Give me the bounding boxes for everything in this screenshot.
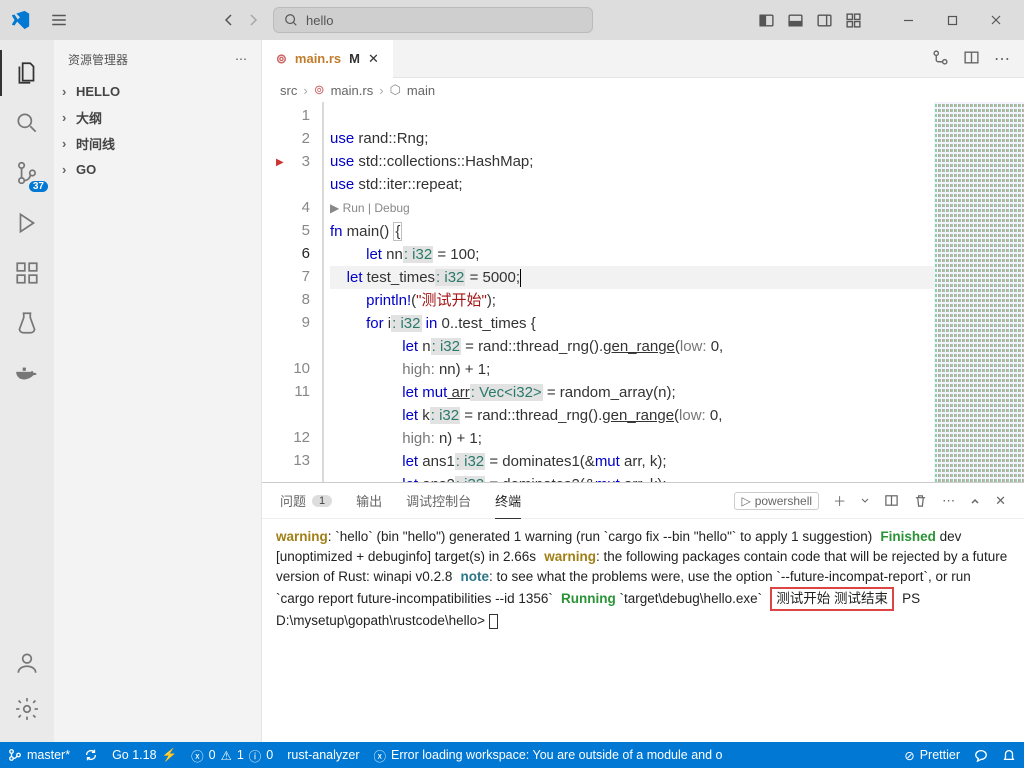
status-diagnostics[interactable]: ⓧ0⚠1ⓘ0 (191, 746, 273, 765)
tree-section-timeline[interactable]: ›时间线 (54, 130, 261, 156)
tree-section-outline[interactable]: ›大纲 (54, 104, 261, 130)
activity-extensions[interactable] (0, 250, 54, 296)
nav-back-icon[interactable] (221, 12, 237, 28)
line-number-gutter: 123 456 789 1011 1213 (262, 102, 322, 482)
status-feedback-icon[interactable] (974, 748, 988, 763)
panel-tab-terminal[interactable]: 终端 (495, 483, 521, 519)
split-editor-icon[interactable] (963, 49, 980, 69)
title-bar: hello (0, 0, 1024, 40)
activity-scm[interactable]: 37 (0, 150, 54, 196)
layout-primary-sidebar-icon[interactable] (758, 12, 775, 29)
breadcrumb-fn[interactable]: main (407, 83, 435, 98)
editor-column: ⊚ main.rs M ✕ ⋯ src› ⊚ main.rs› ⬡ main 1… (262, 40, 1024, 742)
breadcrumb[interactable]: src› ⊚ main.rs› ⬡ main (262, 78, 1024, 102)
explorer-sidebar: 资源管理器 ⋯ ›HELLO ›大纲 ›时间线 ›GO (54, 40, 262, 742)
activity-bar: 37 (0, 40, 54, 742)
status-notifications-icon[interactable] (1002, 748, 1016, 763)
terminal-dropdown-icon[interactable] (860, 496, 870, 506)
codelens-run-debug[interactable]: ▶ Run | Debug (330, 201, 410, 215)
scm-badge: 37 (29, 181, 48, 192)
problems-count: 1 (312, 495, 332, 507)
rust-file-icon: ⊚ (276, 51, 287, 67)
sidebar-title: 资源管理器 ⋯ (54, 40, 261, 78)
panel-tab-problems[interactable]: 问题1 (280, 491, 332, 510)
code-editor[interactable]: 123 456 789 1011 1213 ▶use rand::Rng; us… (262, 102, 1024, 482)
scm-compare-icon[interactable] (932, 49, 949, 69)
minimize-button[interactable] (886, 0, 930, 40)
breadcrumb-file[interactable]: main.rs (331, 83, 374, 98)
app-menu-icon[interactable] (50, 11, 68, 29)
tree-section-hello[interactable]: ›HELLO (54, 78, 261, 104)
panel-more-icon[interactable]: ⋯ (942, 493, 955, 509)
panel-tabs: 问题1 输出 调试控制台 终端 ▷powershell ＋ ⋯ ✕ (262, 483, 1024, 519)
close-button[interactable] (974, 0, 1018, 40)
terminal-shell-selector[interactable]: ▷powershell (734, 492, 819, 510)
layout-customize-icon[interactable] (845, 12, 862, 29)
split-terminal-icon[interactable] (884, 493, 899, 508)
panel-tab-output[interactable]: 输出 (356, 491, 382, 510)
terminal-output[interactable]: warning: `hello` (bin "hello") generated… (262, 519, 1024, 742)
vscode-logo-icon (6, 6, 34, 34)
status-prettier[interactable]: ⊘Prettier (904, 748, 960, 763)
nav-forward-icon[interactable] (245, 12, 261, 28)
close-panel-icon[interactable]: ✕ (995, 493, 1006, 509)
breadcrumb-src[interactable]: src (280, 83, 297, 98)
activity-testing[interactable] (0, 300, 54, 346)
editor-tabbar: ⊚ main.rs M ✕ ⋯ (262, 40, 1024, 78)
activity-search[interactable] (0, 100, 54, 146)
layout-panel-icon[interactable] (787, 12, 804, 29)
minimap[interactable] (934, 102, 1024, 482)
status-branch[interactable]: master* (8, 748, 70, 762)
tree-section-go[interactable]: ›GO (54, 156, 261, 182)
rust-file-icon: ⊚ (314, 82, 325, 98)
code-area[interactable]: ▶use rand::Rng; use std::collections::Ha… (330, 102, 934, 482)
more-actions-icon[interactable]: ⋯ (994, 49, 1010, 69)
kill-terminal-icon[interactable] (913, 493, 928, 508)
status-go-version[interactable]: Go 1.18⚡ (112, 748, 177, 763)
new-terminal-icon[interactable]: ＋ (833, 491, 846, 510)
layout-secondary-sidebar-icon[interactable] (816, 12, 833, 29)
status-error-message[interactable]: ⓧError loading workspace: You are outsid… (374, 746, 891, 765)
maximize-button[interactable] (930, 0, 974, 40)
breakpoint-icon[interactable]: ▶ (276, 151, 284, 174)
activity-run[interactable] (0, 200, 54, 246)
tab-filename: main.rs (295, 51, 341, 66)
bottom-panel: 问题1 输出 调试控制台 终端 ▷powershell ＋ ⋯ ✕ warnin… (262, 482, 1024, 742)
sidebar-title-text: 资源管理器 (68, 51, 128, 68)
status-bar: master* Go 1.18⚡ ⓧ0⚠1ⓘ0 rust-analyzer ⓧE… (0, 742, 1024, 768)
panel-tab-debug[interactable]: 调试控制台 (406, 491, 471, 510)
activity-docker[interactable] (0, 350, 54, 396)
tab-close-icon[interactable]: ✕ (368, 51, 379, 67)
activity-account[interactable] (0, 640, 54, 686)
maximize-panel-icon[interactable] (969, 495, 981, 507)
sidebar-more-icon[interactable]: ⋯ (235, 52, 247, 66)
search-query: hello (306, 13, 333, 28)
tab-dirty-indicator: M (349, 51, 360, 66)
status-sync[interactable] (84, 748, 98, 762)
symbol-function-icon: ⬡ (390, 82, 401, 98)
activity-explorer[interactable] (0, 50, 54, 96)
editor-tab-main[interactable]: ⊚ main.rs M ✕ (262, 40, 393, 78)
status-rust-analyzer[interactable]: rust-analyzer (287, 748, 359, 762)
command-center-search[interactable]: hello (273, 7, 593, 33)
activity-settings[interactable] (0, 686, 54, 732)
